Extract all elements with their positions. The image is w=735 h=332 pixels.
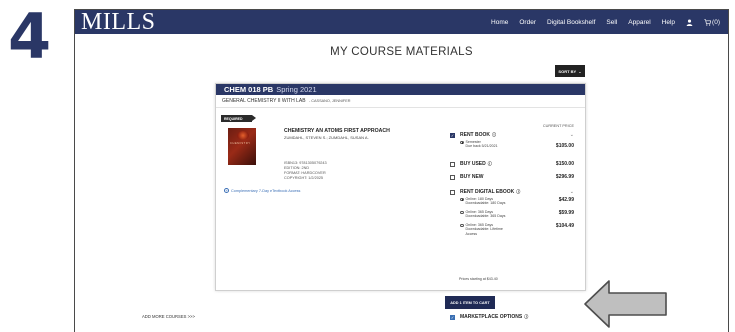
ebook-180-radio[interactable] [460,197,464,201]
cart-icon [704,18,712,26]
info-icon[interactable]: ⓘ [524,314,528,319]
marketplace-price-note: Prices starting at $43.40 [459,277,498,281]
chevron-down-icon: ⌄ [578,68,582,74]
add-more-courses-link[interactable]: ADD MORE COURSES >>> [142,314,195,319]
cart-link[interactable]: (0) [704,19,720,26]
ebook-180-price: $42.99 [558,197,574,203]
plus-circle-icon: + [224,187,229,193]
cart-count: (0) [712,18,720,26]
rent-digital-checkbox[interactable] [450,189,455,195]
step-number: 4 [8,0,52,73]
rent-book-label-text: RENT BOOK [460,132,490,138]
top-navigation-bar: MILLS Home Order Digital Bookshelf Sell … [75,10,728,34]
main-nav: Home Order Digital Bookshelf Sell Appare… [491,10,720,34]
ebook-link-text: Complementary 7-Day eTextbook Access [231,188,301,193]
rent-semester-price: $105.00 [555,143,574,149]
option-buy-new[interactable]: BUY NEW $296.99 [450,174,574,180]
rent-semester-option[interactable]: Semester Due back 5/21/2021 $105.00 [460,140,574,149]
site-logo[interactable]: MILLS [81,10,156,34]
course-instructor: - CASSANO, JENNIFER [308,99,351,103]
book-copyright: COPYRIGHT: 1/2/2025 [284,176,324,180]
rent-semester-line2: Due back 5/21/2021 [465,144,498,149]
rent-book-label: RENT BOOK ⓘ [460,132,570,138]
rent-digital-label-text: RENT DIGITAL EBOOK [460,189,515,195]
ebook-365-option[interactable]: Online: 365 Days Downloadable: 365 Days … [460,210,574,219]
course-code: CHEM 018 PB [224,85,274,94]
buy-used-label-text: BUY USED [460,161,486,167]
marketplace-label-text: MARKETPLACE OPTIONS [460,314,523,320]
ebook-180-option[interactable]: Online: 180 Days Downloadable: 180 Days … [460,197,574,206]
account-icon[interactable] [686,19,693,26]
rent-semester-radio[interactable] [460,140,464,144]
marketplace-label: MARKETPLACE OPTIONS ⓘ [460,314,574,320]
buy-new-price: $296.99 [555,174,574,180]
ebook-lifetime-radio[interactable] [460,223,464,227]
book-title: CHEMISTRY AN ATOMS FIRST APPROACH [284,128,390,134]
book-cover-image: CHEMISTRY [228,128,256,165]
course-header: CHEM 018 PB Spring 2021 [216,84,585,95]
book-authors: ZUMDAHL, STEVEN S.; ZUMDAHL, SUSAN A. [284,135,369,140]
ebook-365-line2: Downloadable: 365 Days [465,214,506,219]
ebook-365-price: $59.99 [558,210,574,216]
info-icon[interactable]: ⓘ [516,189,520,194]
buy-used-checkbox[interactable] [450,161,455,167]
buy-new-checkbox[interactable] [450,174,455,180]
buy-used-price: $150.00 [555,161,574,167]
option-rent-digital-ebook[interactable]: RENT DIGITAL EBOOK ⓘ ⌄ [450,189,574,195]
book-cover-title: CHEMISTRY [230,142,251,145]
nav-home[interactable]: Home [491,19,508,26]
course-term: Spring 2021 [276,85,317,94]
ebook-lifetime-line3: Access [465,231,478,236]
nav-apparel[interactable]: Apparel [628,19,650,26]
course-card: CHEM 018 PB Spring 2021 GENERAL CHEMISTR… [215,83,586,320]
pointer-arrow-icon [584,280,667,328]
rent-book-checkbox[interactable]: ✓ [450,132,455,138]
book-meta: ISBN13: 9781305079243 EDITION: 2ND FORMA… [284,161,327,181]
info-icon[interactable]: ⓘ [492,132,496,137]
buy-used-label: BUY USED ⓘ [460,161,556,167]
rent-digital-label: RENT DIGITAL EBOOK ⓘ [460,189,570,195]
course-title: GENERAL CHEMISTRY II WITH LAB [222,98,306,104]
complementary-ebook-link[interactable]: + Complementary 7-Day eTextbook Access [224,188,300,193]
marketplace-checkbox[interactable]: ✓ [450,314,455,320]
nav-sell[interactable]: Sell [606,19,617,26]
ebook-lifetime-option[interactable]: Online: 365 Days Downloadable: Lifetime … [460,223,574,236]
option-buy-used[interactable]: BUY USED ⓘ $150.00 [450,161,574,167]
nav-help[interactable]: Help [662,19,675,26]
sort-by-label: SORT BY [558,68,577,74]
buy-new-label: BUY NEW [460,174,484,180]
nav-order[interactable]: Order [519,19,536,26]
nav-digital-bookshelf[interactable]: Digital Bookshelf [547,19,595,26]
add-to-cart-button[interactable]: ADD 1 ITEM TO CART [445,296,495,309]
ebook-180-line2: Downloadable: 180 Days [465,201,506,206]
ebook-lifetime-price: $104.49 [555,223,574,229]
option-rent-book[interactable]: ✓ RENT BOOK ⓘ ⌄ [450,132,574,138]
info-icon[interactable]: ⓘ [488,161,492,166]
page-title: MY COURSE MATERIALS [330,46,473,58]
course-name: GENERAL CHEMISTRY II WITH LAB - CASSANO,… [216,95,585,108]
sort-by-button[interactable]: SORT BY ⌄ [555,65,585,77]
chevron-down-icon[interactable]: ⌄ [570,189,574,195]
current-price-label: CURRENT PRICE [542,124,574,128]
chevron-down-icon[interactable]: ⌄ [570,132,574,138]
required-tag: REQUIRED [221,115,256,122]
option-marketplace[interactable]: ✓ MARKETPLACE OPTIONS ⓘ [450,314,574,320]
ebook-365-radio[interactable] [460,210,464,214]
